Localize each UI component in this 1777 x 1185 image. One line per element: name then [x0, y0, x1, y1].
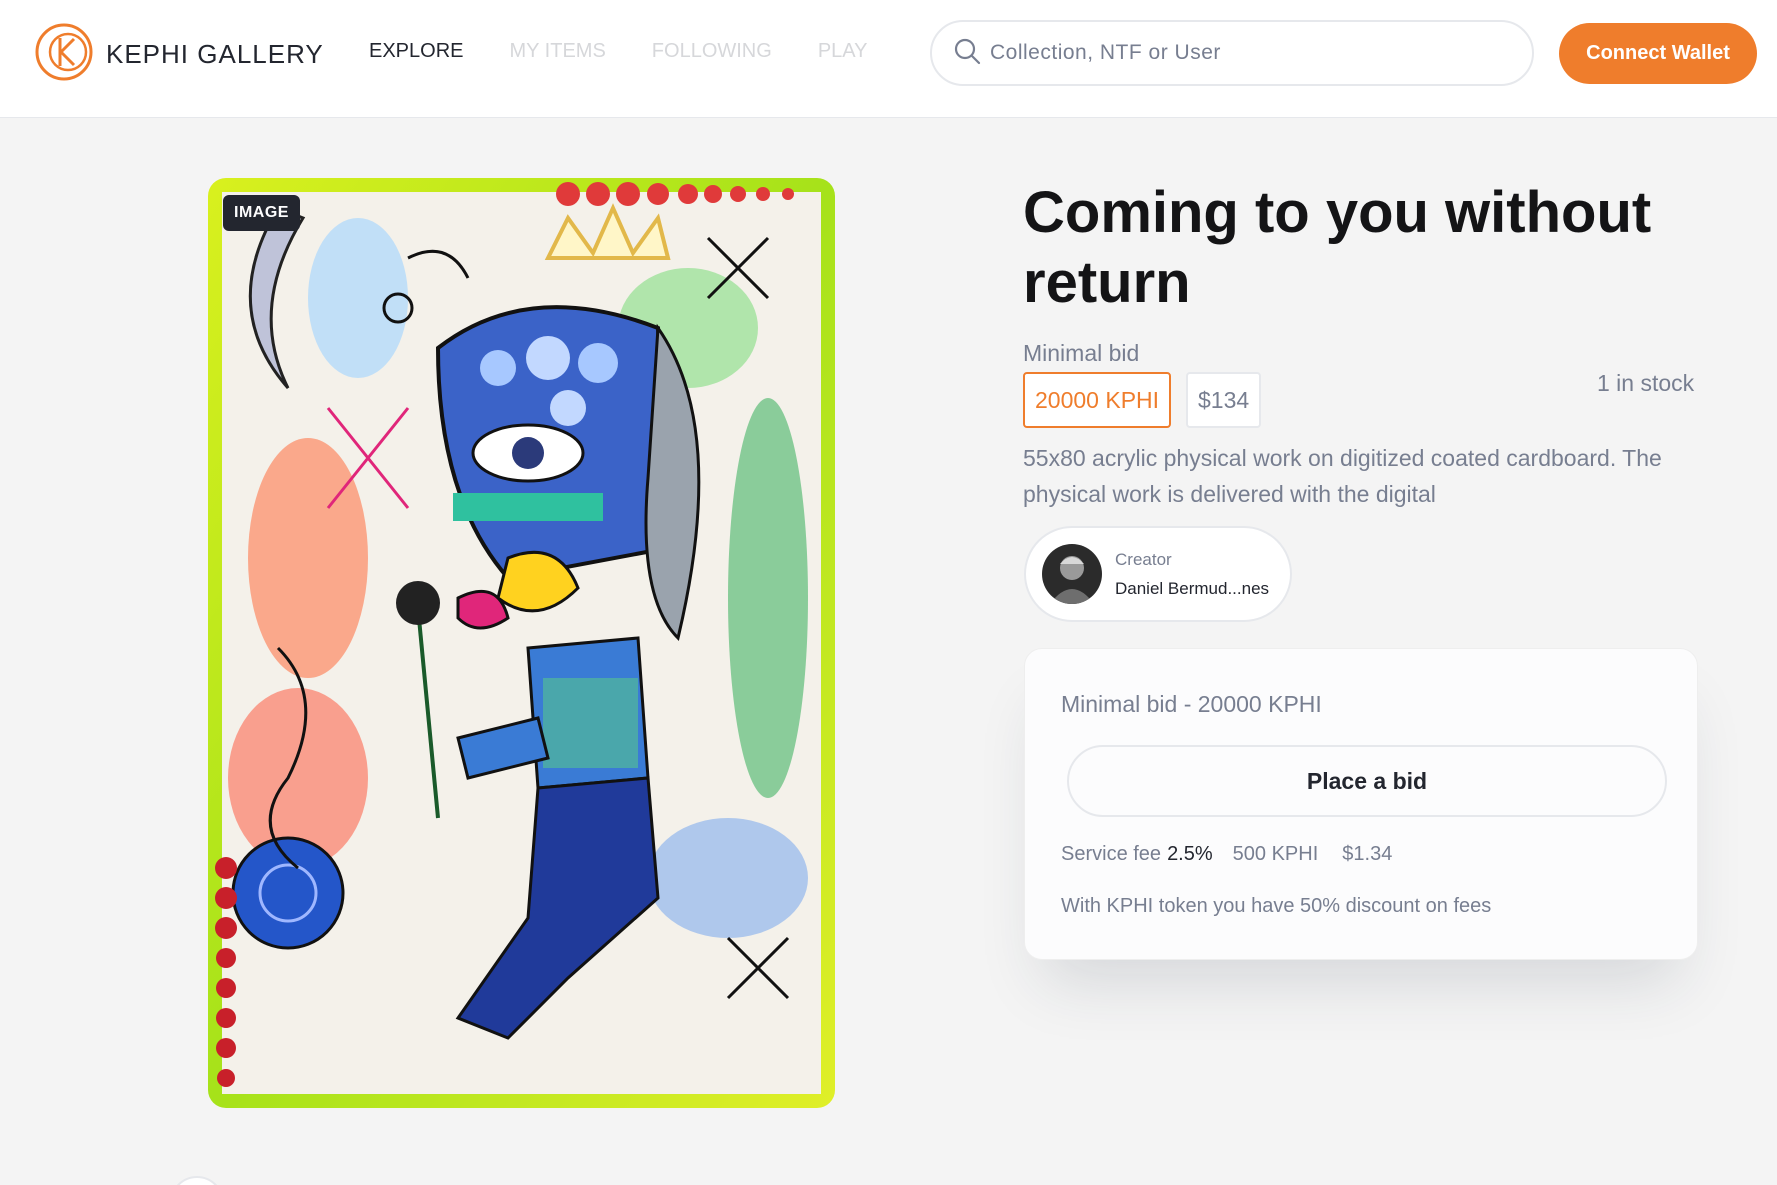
creator-chip[interactable]: Creator Daniel Bermud...nes: [1024, 526, 1292, 622]
price-kphi-badge: 20000 KPHI: [1023, 372, 1172, 428]
item-title: Coming to you without return: [1023, 180, 1652, 315]
media-type-badge: IMAGE: [223, 195, 300, 231]
creator-name: Daniel Bermud...nes: [1115, 578, 1270, 598]
stock-count: 1 in stock: [1597, 370, 1695, 396]
brand-name: KEPHI GALLERY: [106, 39, 324, 69]
service-fee-label: Service fee: [1061, 843, 1162, 865]
service-fee-kphi: 500 KPHI: [1232, 843, 1319, 865]
service-fee-row: Service fee 2.5% 500 KPHI $1.34: [1061, 843, 1392, 866]
place-bid-button[interactable]: Place a bid: [1067, 745, 1667, 817]
search-input[interactable]: [990, 41, 1510, 65]
service-fee-percent: 2.5%: [1167, 843, 1213, 865]
creator-info: Creator Daniel Bermud...nes: [1115, 550, 1269, 599]
brand-logo[interactable]: KEPHI GALLERY: [34, 22, 324, 87]
artwork-image: [208, 178, 835, 1108]
service-fee-usd: $1.34: [1342, 843, 1393, 865]
connect-wallet-button[interactable]: Connect Wallet: [1559, 23, 1757, 84]
bid-card: Minimal bid - 20000 KPHI Place a bid Ser…: [1024, 648, 1698, 960]
price-usd-badge: $134: [1186, 372, 1262, 428]
main-nav: EXPLORE MY ITEMS FOLLOWING PLAY: [369, 40, 913, 63]
bid-card-min-bid: Minimal bid - 20000 KPHI: [1061, 691, 1322, 717]
scroll-control[interactable]: [170, 1176, 224, 1185]
min-bid-label: Minimal bid: [1023, 340, 1140, 366]
avatar: [1042, 544, 1102, 604]
creator-role-label: Creator: [1115, 549, 1172, 569]
kephi-logo-icon: [34, 22, 94, 87]
search-bar[interactable]: [930, 20, 1534, 86]
top-header: KEPHI GALLERY EXPLORE MY ITEMS FOLLOWING…: [0, 0, 1777, 118]
nav-following[interactable]: FOLLOWING: [652, 40, 772, 63]
nav-my-items[interactable]: MY ITEMS: [509, 40, 605, 63]
search-icon: [952, 36, 982, 71]
discount-note: With KPHI token you have 50% discount on…: [1061, 895, 1492, 917]
item-description: 55x80 acrylic physical work on digitized…: [1023, 445, 1662, 507]
nav-explore[interactable]: EXPLORE: [369, 40, 463, 63]
nav-play[interactable]: PLAY: [818, 40, 868, 63]
